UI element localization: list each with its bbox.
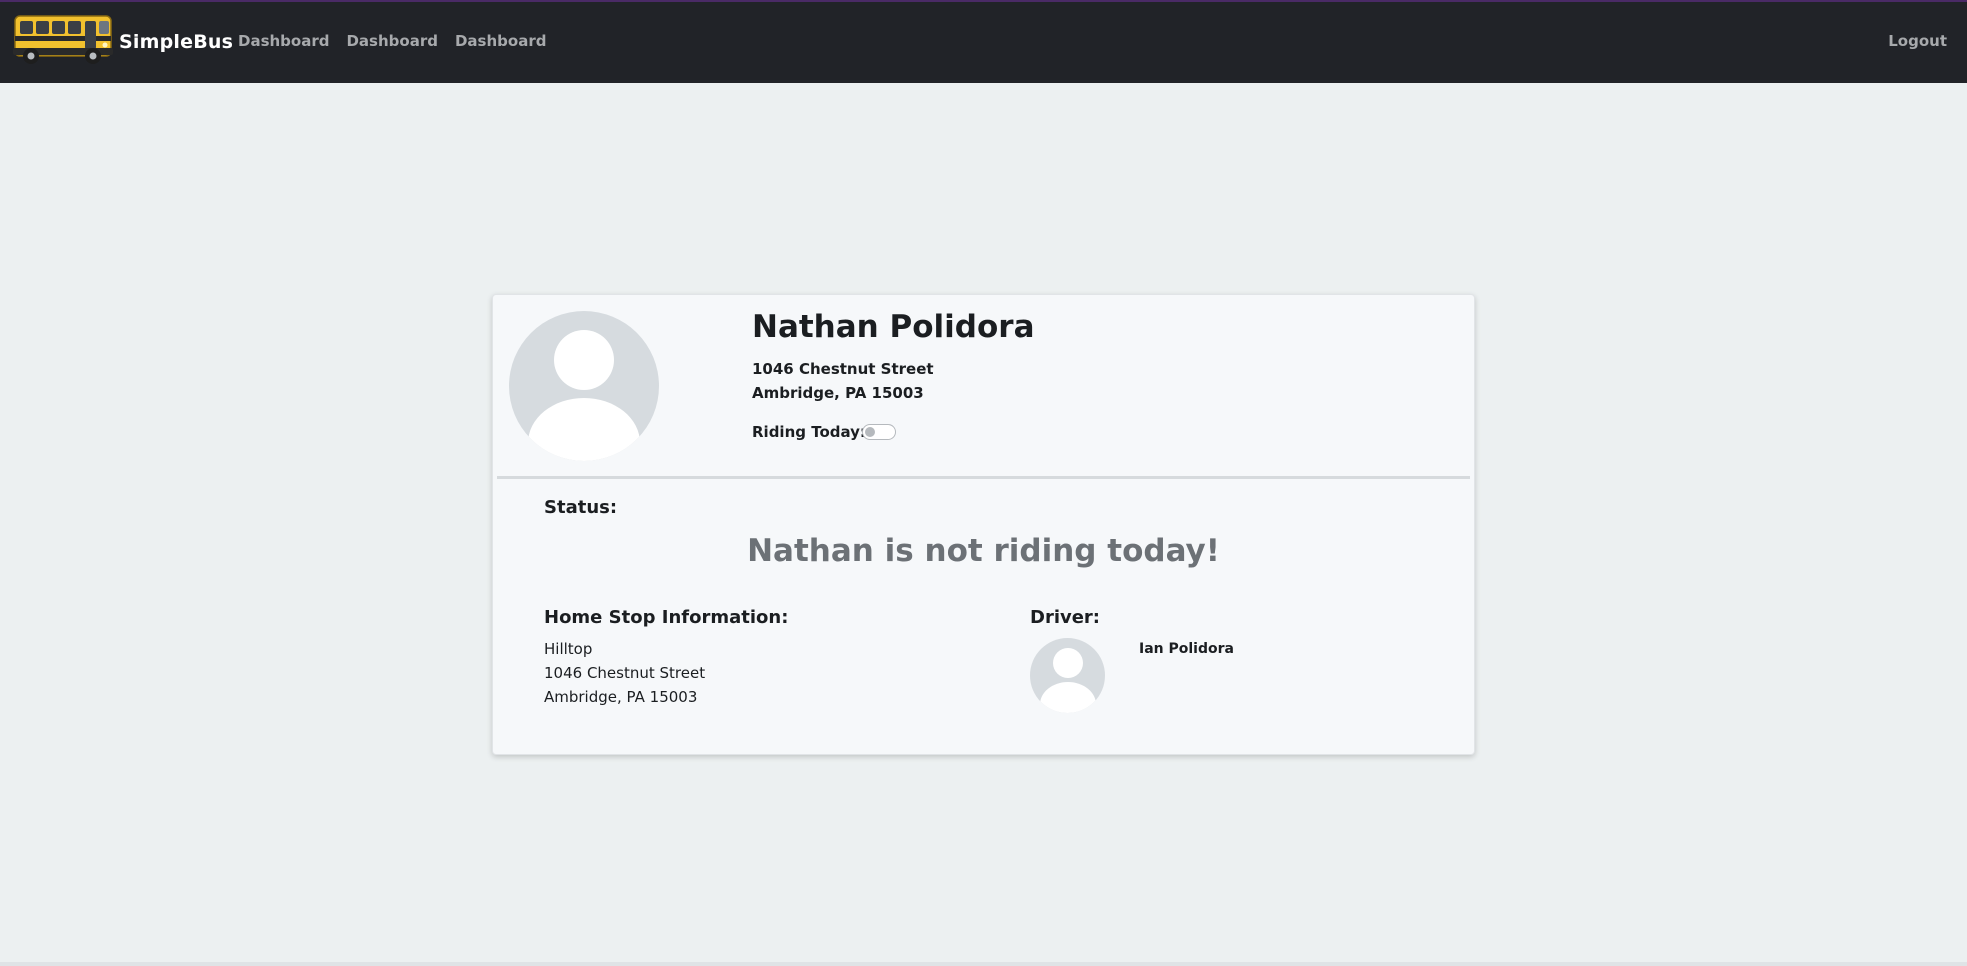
student-address-line2: Ambridge, PA 15003: [752, 384, 924, 402]
logout-link[interactable]: Logout: [1888, 32, 1947, 50]
nav-links: Dashboard Dashboard Dashboard: [238, 32, 563, 50]
toggle-knob: [865, 427, 875, 437]
nav-link-dashboard-3[interactable]: Dashboard: [455, 32, 546, 50]
brand[interactable]: SimpleBus: [13, 14, 233, 70]
driver-label: Driver:: [1030, 607, 1101, 628]
nav-link-dashboard-1[interactable]: Dashboard: [238, 32, 329, 50]
school-bus-icon: [13, 12, 113, 72]
riding-today-label: Riding Today:: [752, 423, 866, 441]
card-divider: [497, 476, 1470, 479]
status-label: Status:: [544, 497, 618, 518]
riding-today-toggle[interactable]: [862, 424, 896, 440]
driver-avatar-icon: [1030, 638, 1105, 713]
navbar: SimpleBus Dashboard Dashboard Dashboard …: [0, 2, 1967, 83]
home-stop-name: Hilltop: [544, 640, 593, 658]
student-address-line1: 1046 Chestnut Street: [752, 360, 934, 378]
status-message: Nathan is not riding today!: [747, 533, 1220, 569]
student-name: Nathan Polidora: [752, 309, 1035, 345]
home-stop-label: Home Stop Information:: [544, 607, 789, 628]
home-stop-address-line2: Ambridge, PA 15003: [544, 688, 698, 706]
brand-name: SimpleBus: [119, 31, 234, 53]
home-stop-address-line1: 1046 Chestnut Street: [544, 664, 706, 682]
user-avatar-icon: [509, 311, 659, 461]
bottom-edge: [0, 962, 1967, 966]
nav-link-dashboard-2[interactable]: Dashboard: [346, 32, 437, 50]
driver-name: Ian Polidora: [1139, 641, 1234, 657]
student-card: Nathan Polidora 1046 Chestnut Street Amb…: [492, 294, 1475, 755]
